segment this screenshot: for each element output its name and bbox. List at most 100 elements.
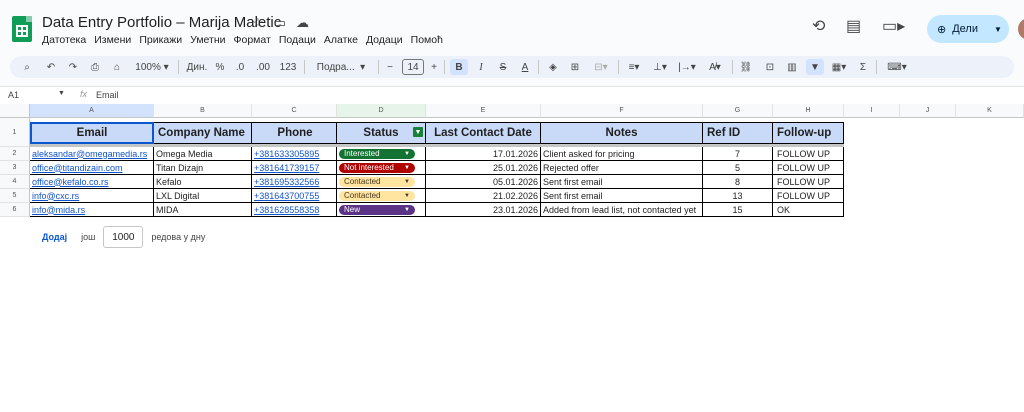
table-cell[interactable]: 13	[703, 189, 773, 203]
header-cell[interactable]: Company Name	[154, 122, 252, 144]
status-cell[interactable]: New ▼	[337, 203, 426, 217]
row-header[interactable]: 4	[0, 175, 30, 189]
table-cell[interactable]: office@kefalo.co.rs	[30, 175, 154, 189]
insert-chart-icon[interactable]: ▥	[784, 59, 800, 75]
row-header[interactable]: 6	[0, 203, 30, 217]
column-header[interactable]: D	[337, 104, 426, 118]
column-header[interactable]: E	[426, 104, 541, 118]
column-header[interactable]: B	[154, 104, 252, 118]
status-chip[interactable]: Not interested ▼	[339, 162, 415, 173]
table-cell[interactable]: MIDA	[154, 203, 252, 217]
status-chip[interactable]: Interested ▼	[339, 148, 415, 159]
insert-link-icon[interactable]: ⛓	[738, 59, 754, 75]
status-cell[interactable]: Contacted ▼	[337, 189, 426, 203]
merge-cells-icon[interactable]: ⊟▾	[590, 59, 612, 75]
share-button[interactable]: ⊕ Дели ▼	[927, 15, 1009, 43]
column-header[interactable]: C	[252, 104, 337, 118]
print-icon[interactable]: ⎙	[88, 59, 102, 75]
column-header[interactable]: F	[541, 104, 703, 118]
row-header[interactable]: 2	[0, 147, 30, 161]
table-cell[interactable]: FOLLOW UP	[773, 175, 844, 189]
chevron-down-icon[interactable]: ▼	[404, 179, 410, 185]
table-cell[interactable]: Added from lead list, not contacted yet	[541, 203, 703, 217]
menu-item[interactable]: Уметни	[190, 34, 225, 46]
table-cell[interactable]: 8	[703, 175, 773, 189]
table-cell[interactable]: Rejected offer	[541, 161, 703, 175]
meet-icon[interactable]: ▭▸	[882, 16, 905, 36]
chevron-down-icon[interactable]: ▼	[404, 193, 410, 199]
insert-comment-icon[interactable]: ⊡	[762, 59, 778, 75]
header-cell[interactable]: Phone	[252, 122, 337, 144]
column-header[interactable]: I	[844, 104, 900, 118]
search-menus-icon[interactable]: ⌕	[20, 59, 34, 75]
header-cell[interactable]: Follow-up	[773, 122, 844, 144]
more-formats-button[interactable]: 123	[278, 59, 298, 75]
menu-item[interactable]: Помоћ	[411, 34, 443, 46]
document-title[interactable]: Data Entry Portfolio – Marija Maletic	[42, 14, 281, 31]
chevron-down-icon[interactable]: ▼	[404, 151, 410, 157]
filter-views-icon[interactable]: ▦▾	[828, 59, 850, 75]
star-icon[interactable]: ☆	[252, 15, 264, 31]
header-cell[interactable]: Notes	[541, 122, 703, 144]
table-cell[interactable]: FOLLOW UP	[773, 189, 844, 203]
paint-format-icon[interactable]: ⌂	[110, 59, 124, 75]
table-cell[interactable]: Sent first email	[541, 175, 703, 189]
move-folder-icon[interactable]: ▭	[274, 15, 286, 31]
functions-icon[interactable]: Σ	[856, 59, 870, 75]
table-cell[interactable]: +381633305895	[252, 147, 337, 161]
chevron-down-icon[interactable]: ▼	[404, 207, 410, 213]
italic-button[interactable]: I	[474, 59, 488, 75]
header-cell[interactable]: Status ▼	[337, 122, 426, 144]
table-cell[interactable]: Client asked for pricing	[541, 147, 703, 161]
font-size-input[interactable]: 14	[402, 59, 424, 75]
table-cell[interactable]: Sent first email	[541, 189, 703, 203]
text-wrapping-icon[interactable]: |→▾	[676, 59, 698, 75]
table-cell[interactable]: aleksandar@omegamedia.rs	[30, 147, 154, 161]
column-header[interactable]: J	[900, 104, 956, 118]
header-cell[interactable]: Email	[30, 122, 154, 144]
table-cell[interactable]: +381643700755	[252, 189, 337, 203]
fill-color-icon[interactable]: ◈	[546, 59, 560, 75]
table-cell[interactable]: office@titandizain.com	[30, 161, 154, 175]
header-cell[interactable]: Ref ID	[703, 122, 773, 144]
history-icon[interactable]: ⟲	[812, 16, 825, 36]
font-select[interactable]: Подра... ▾	[310, 59, 372, 75]
add-rows-button[interactable]: Додај	[36, 228, 73, 246]
column-header[interactable]: H	[773, 104, 844, 118]
horizontal-align-icon[interactable]: ≡▾	[624, 59, 644, 75]
table-cell[interactable]: OK	[773, 203, 844, 217]
decrease-decimal-button[interactable]: .0	[232, 59, 248, 75]
table-cell[interactable]: 05.01.2026	[426, 175, 541, 189]
currency-format-button[interactable]: Дин.	[184, 59, 210, 75]
vertical-align-icon[interactable]: ⊥▾	[650, 59, 670, 75]
column-header[interactable]: G	[703, 104, 773, 118]
undo-icon[interactable]: ↶	[44, 59, 58, 75]
table-cell[interactable]: info@cxc.rs	[30, 189, 154, 203]
input-tools-icon[interactable]: ⌨▾	[884, 59, 910, 75]
text-rotation-icon[interactable]: A̸▾	[704, 59, 726, 75]
table-cell[interactable]: FOLLOW UP	[773, 147, 844, 161]
percent-format-button[interactable]: %	[214, 59, 226, 75]
sheets-logo-icon[interactable]	[12, 16, 32, 42]
cloud-status-icon[interactable]: ☁	[296, 15, 309, 31]
redo-icon[interactable]: ↷	[66, 59, 80, 75]
increase-font-size-icon[interactable]: +	[428, 59, 440, 75]
text-color-button[interactable]: A	[518, 59, 532, 75]
menu-item[interactable]: Прикажи	[139, 34, 182, 46]
formula-input[interactable]: Email	[96, 90, 119, 100]
menu-item[interactable]: Датотека	[42, 34, 86, 46]
table-cell[interactable]: 7	[703, 147, 773, 161]
table-cell[interactable]: 17.01.2026	[426, 147, 541, 161]
name-box-dropdown-icon[interactable]: ▼	[58, 90, 65, 97]
table-cell[interactable]: Kefalo	[154, 175, 252, 189]
filter-icon[interactable]: ▼	[806, 59, 824, 75]
column-header[interactable]: A	[30, 104, 154, 118]
select-all-corner[interactable]	[0, 104, 30, 118]
status-chip[interactable]: New ▼	[339, 204, 415, 215]
table-cell[interactable]: 25.01.2026	[426, 161, 541, 175]
menu-item[interactable]: Подаци	[279, 34, 316, 46]
avatar[interactable]	[1018, 18, 1024, 40]
menu-item[interactable]: Измени	[94, 34, 131, 46]
chevron-down-icon[interactable]: ▼	[404, 165, 410, 171]
row-header[interactable]: 1	[0, 118, 30, 147]
